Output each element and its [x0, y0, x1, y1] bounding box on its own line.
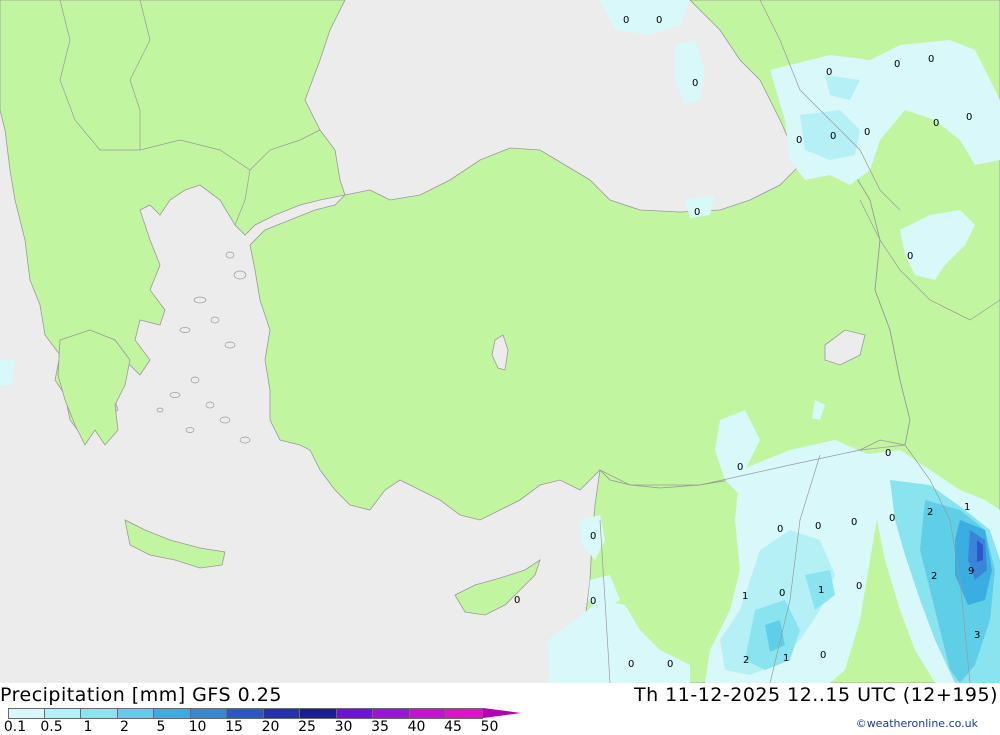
map-value: 0 [737, 462, 743, 473]
map-value: 3 [974, 630, 980, 641]
map-value: 0 [856, 581, 862, 592]
map-value: 2 [931, 571, 937, 582]
legend-swatch [44, 708, 81, 719]
map-title: Precipitation [mm] GFS 0.25 [0, 684, 282, 706]
precip-legend [8, 708, 521, 719]
legend-labels: 0.1 0.5 1 2 5 10 15 20 25 30 35 40 45 50 [0, 719, 520, 735]
map-value: 0 [966, 112, 972, 123]
map-value: 0 [928, 54, 934, 65]
legend-swatch [300, 708, 337, 719]
map-value: 0 [885, 448, 891, 459]
map-value: 0 [656, 15, 662, 26]
legend-swatch [117, 708, 154, 719]
legend-swatch [81, 708, 118, 719]
legend-swatch [263, 708, 300, 719]
map-value: 0 [933, 118, 939, 129]
map-value: 0 [894, 59, 900, 70]
map-value: 0 [907, 251, 913, 262]
map-value: 0 [590, 596, 596, 607]
legend-arrow [482, 708, 521, 718]
valid-time: Th 11-12-2025 12..15 UTC (12+195) [633, 684, 998, 706]
map-value: 2 [927, 507, 933, 518]
map-value: 0 [830, 131, 836, 142]
map-value: 0 [628, 659, 634, 670]
map-value: 9 [968, 566, 974, 577]
map-value: 0 [779, 588, 785, 599]
legend-swatch [227, 708, 264, 719]
legend-swatch [8, 708, 45, 719]
map-value: 0 [590, 531, 596, 542]
map-value: 0 [815, 521, 821, 532]
map-value: 0 [826, 67, 832, 78]
map-value: 1 [964, 502, 970, 513]
legend-swatch [190, 708, 227, 719]
map-value: 1 [818, 585, 824, 596]
map-value: 2 [743, 655, 749, 666]
map-value: 0 [667, 659, 673, 670]
precipitation-map: 0 0 0 0 0 0 0 0 0 0 0 0 0 0 0 0 0 0 0 0 … [0, 0, 1000, 683]
map-value: 1 [742, 591, 748, 602]
legend-swatch [154, 708, 191, 719]
legend-swatch [373, 708, 410, 719]
map-value: 0 [623, 15, 629, 26]
legend-swatch [446, 708, 483, 719]
map-footer: Precipitation [mm] GFS 0.25 Th 11-12-202… [0, 683, 1000, 735]
map-value: 0 [514, 595, 520, 606]
legend-swatch [336, 708, 373, 719]
map-value: 0 [694, 207, 700, 218]
map-value: 0 [851, 517, 857, 528]
map-value: 0 [820, 650, 826, 661]
map-value: 0 [889, 513, 895, 524]
credit-link[interactable]: ©weatheronline.co.uk [856, 717, 978, 730]
map-value: 0 [864, 127, 870, 138]
map-value: 0 [796, 135, 802, 146]
legend-swatch [409, 708, 446, 719]
map-value: 1 [783, 653, 789, 664]
map-value: 0 [692, 78, 698, 89]
map-value: 0 [777, 524, 783, 535]
